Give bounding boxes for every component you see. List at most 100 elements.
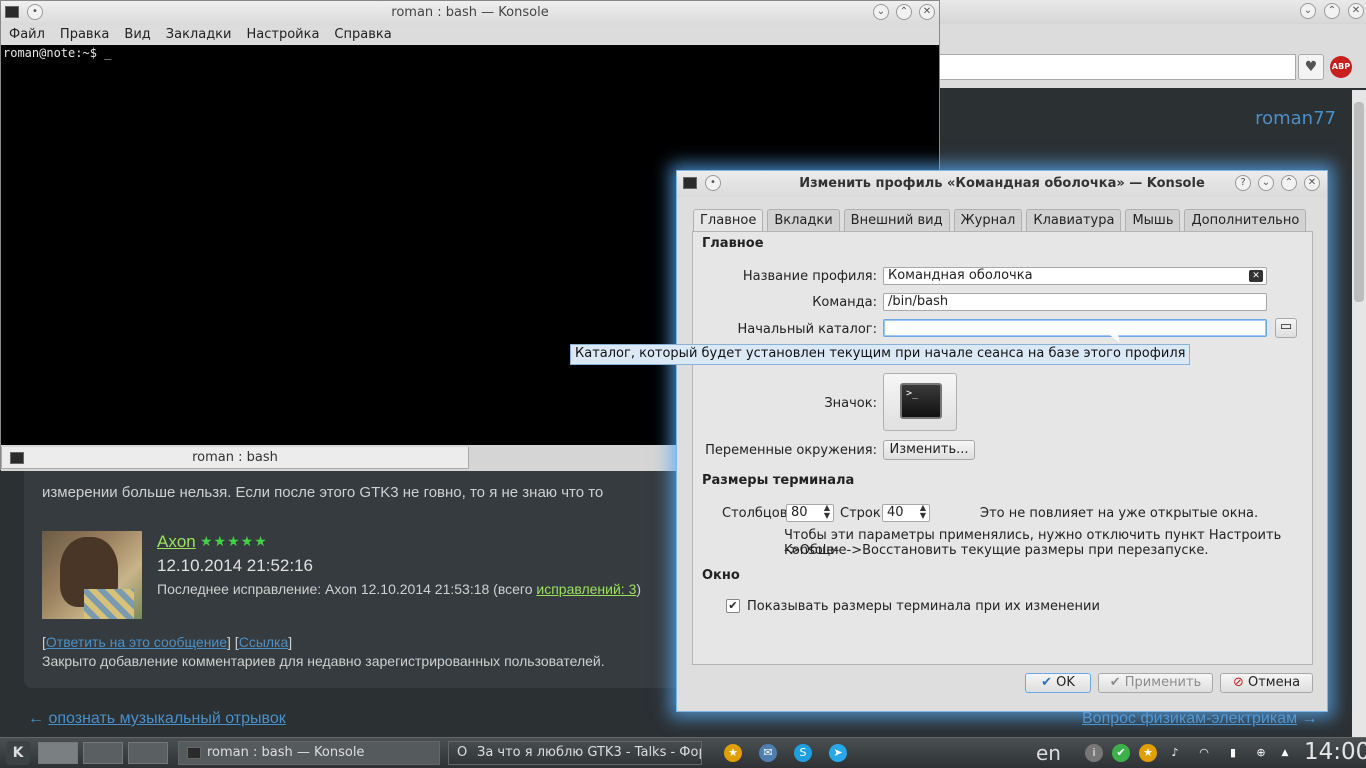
skype-icon[interactable]: S	[794, 744, 812, 762]
tab-mouse[interactable]: Мышь	[1125, 209, 1181, 232]
apply-button[interactable]: ✔ Применить	[1098, 673, 1213, 693]
rating-stars-icon: ★★★★★	[200, 534, 268, 550]
profile-icon-button[interactable]: >_	[883, 373, 957, 431]
show-size-label: Показывать размеры терминала при их изме…	[747, 599, 1100, 614]
browser-scrollbar[interactable]	[1352, 90, 1366, 740]
menu-bookmarks[interactable]: Закладки	[166, 25, 241, 45]
menu-view[interactable]: Вид	[124, 25, 159, 45]
keyboard-layout-indicator[interactable]: en	[1036, 741, 1061, 765]
icon-label: Значок:	[824, 396, 877, 411]
menu-file[interactable]: Файл	[9, 25, 54, 45]
task-browser[interactable]: O За что я люблю GTK3 - Talks - Форум - …	[448, 741, 702, 765]
close-button[interactable]: ✕	[919, 4, 935, 20]
tab-advanced[interactable]: Дополнительно	[1184, 209, 1307, 232]
telegram-icon[interactable]: ➤	[829, 744, 847, 762]
menu-edit[interactable]: Правка	[60, 25, 118, 45]
wifi-icon[interactable]: ◠	[1195, 744, 1213, 762]
browse-folder-icon[interactable]: ▭	[1275, 318, 1297, 338]
tab-general[interactable]: Главное	[693, 209, 764, 233]
minimize-button[interactable]: ⌄	[873, 4, 889, 20]
maximize-button[interactable]: ⌃	[1281, 175, 1297, 191]
maximize-button[interactable]: ⌃	[896, 4, 912, 20]
ok-button[interactable]: ✔ OK	[1025, 673, 1091, 693]
dialog-title: Изменить профиль «Командная оболочка» — …	[799, 176, 1205, 191]
permalink[interactable]: Ссылка	[239, 634, 289, 650]
cancel-button[interactable]: ⊘ Отмена	[1220, 673, 1313, 693]
browser-toolbar: ♥ ABP	[938, 24, 1366, 88]
task-konsole-label: roman : bash — Konsole	[207, 745, 365, 760]
rows-spinbox[interactable]: 40 ▲ ▼	[882, 504, 930, 522]
info-icon[interactable]: i	[1085, 744, 1103, 762]
next-topic-label: Вопрос физикам-электрикам	[1082, 710, 1298, 727]
command-field[interactable]: /bin/bash	[883, 293, 1267, 311]
chat-icon[interactable]: ✉	[759, 744, 777, 762]
profile-name-field[interactable]: Командная оболочка ✕	[883, 267, 1267, 285]
size-note: Это не повлияет на уже открытые окна.	[980, 506, 1259, 521]
terminal-tab[interactable]: roman : bash	[1, 447, 469, 469]
edit-environment-button[interactable]: Изменить...	[883, 440, 975, 460]
tab-keyboard[interactable]: Клавиатура	[1026, 209, 1122, 232]
notifications-star-icon[interactable]: ★	[1139, 744, 1157, 762]
spin-arrows-icon[interactable]: ▲ ▼	[920, 504, 926, 520]
maximize-button[interactable]: ⌃	[1324, 3, 1340, 19]
section-window: Окно	[702, 568, 740, 583]
volume-icon[interactable]: ♪	[1166, 744, 1184, 762]
address-bar[interactable]	[938, 54, 1296, 80]
prev-arrow-icon: ←	[28, 710, 44, 727]
next-topic-link[interactable]: Вопрос физикам-электрикам →	[1082, 710, 1318, 728]
menu-settings[interactable]: Настройка	[246, 25, 328, 45]
close-button[interactable]: ✕	[1304, 175, 1320, 191]
prev-topic-link[interactable]: ← опознать музыкальный отрывок	[28, 710, 286, 728]
show-size-checkbox[interactable]: ✔	[726, 599, 740, 613]
network-icon[interactable]: ⊕	[1252, 744, 1270, 762]
adblock-icon[interactable]: ABP	[1330, 56, 1352, 78]
edit-profile-dialog: • Изменить профиль «Командная оболочка» …	[676, 170, 1328, 712]
desktop-2-button[interactable]	[83, 742, 123, 764]
clock[interactable]: 14:00	[1304, 739, 1366, 765]
help-button[interactable]: ?	[1235, 175, 1251, 191]
minimize-button[interactable]: ⌄	[1300, 3, 1316, 19]
minimize-button[interactable]: ⌄	[1258, 175, 1274, 191]
profile-name-value: Командная оболочка	[888, 268, 1033, 283]
terminal-icon: >_	[900, 383, 942, 419]
tray-expand-icon[interactable]: ▲	[1276, 744, 1294, 762]
avatar[interactable]	[42, 531, 142, 619]
post-actions: [Ответить на это сообщение] [Ссылка]	[42, 634, 293, 650]
next-arrow-icon: →	[1301, 710, 1318, 727]
clear-icon[interactable]: ✕	[1249, 270, 1263, 282]
prev-topic-label: опознать музыкальный отрывок	[48, 710, 286, 727]
kde-menu-button[interactable]: K	[6, 741, 30, 765]
edit-info: Последнее исправление: Axon 12.10.2014 2…	[157, 581, 641, 597]
taskbar: K roman : bash — Konsole O За что я любл…	[0, 737, 1366, 768]
rows-value: 40	[887, 505, 904, 520]
columns-label: Столбцов	[722, 506, 788, 521]
start-dir-tooltip: Каталог, который будет установлен текущи…	[570, 344, 1191, 365]
shell-prompt: roman@note:~$ _	[3, 46, 112, 60]
edit-history-link[interactable]: исправлений: 3	[536, 581, 636, 597]
opera-icon: O	[457, 745, 468, 760]
user-profile-link[interactable]: roman77	[1255, 108, 1336, 129]
task-konsole[interactable]: roman : bash — Konsole	[178, 741, 440, 765]
columns-value: 80	[791, 505, 808, 520]
desktop-1-button[interactable]	[38, 742, 78, 764]
profile-name-label: Название профиля:	[742, 269, 877, 284]
post-date: 12.10.2014 21:52:16	[157, 556, 313, 575]
close-button[interactable]: ✕	[1348, 3, 1364, 19]
reply-link[interactable]: Ответить на это сообщение	[46, 634, 227, 650]
tab-scrolling[interactable]: Журнал	[953, 209, 1023, 232]
scrollbar-thumb[interactable]	[1354, 102, 1364, 302]
rows-label: Строк	[840, 506, 881, 521]
tab-tabs[interactable]: Вкладки	[767, 209, 840, 232]
tab-appearance[interactable]: Внешний вид	[843, 209, 950, 232]
desktop-3-button[interactable]	[128, 742, 168, 764]
updates-ok-icon[interactable]: ✔	[1112, 744, 1130, 762]
spin-arrows-icon[interactable]: ▲ ▼	[824, 504, 830, 520]
bookmark-heart-icon[interactable]: ♥	[1298, 54, 1324, 80]
start-dir-field[interactable]	[883, 319, 1267, 337]
battery-icon[interactable]: ▮	[1224, 744, 1242, 762]
star-launcher-icon[interactable]: ★	[724, 744, 742, 762]
edit-info-close: )	[636, 581, 642, 597]
author-link[interactable]: Axon	[157, 532, 196, 552]
menu-help[interactable]: Справка	[334, 25, 400, 45]
columns-spinbox[interactable]: 80 ▲ ▼	[786, 504, 834, 522]
